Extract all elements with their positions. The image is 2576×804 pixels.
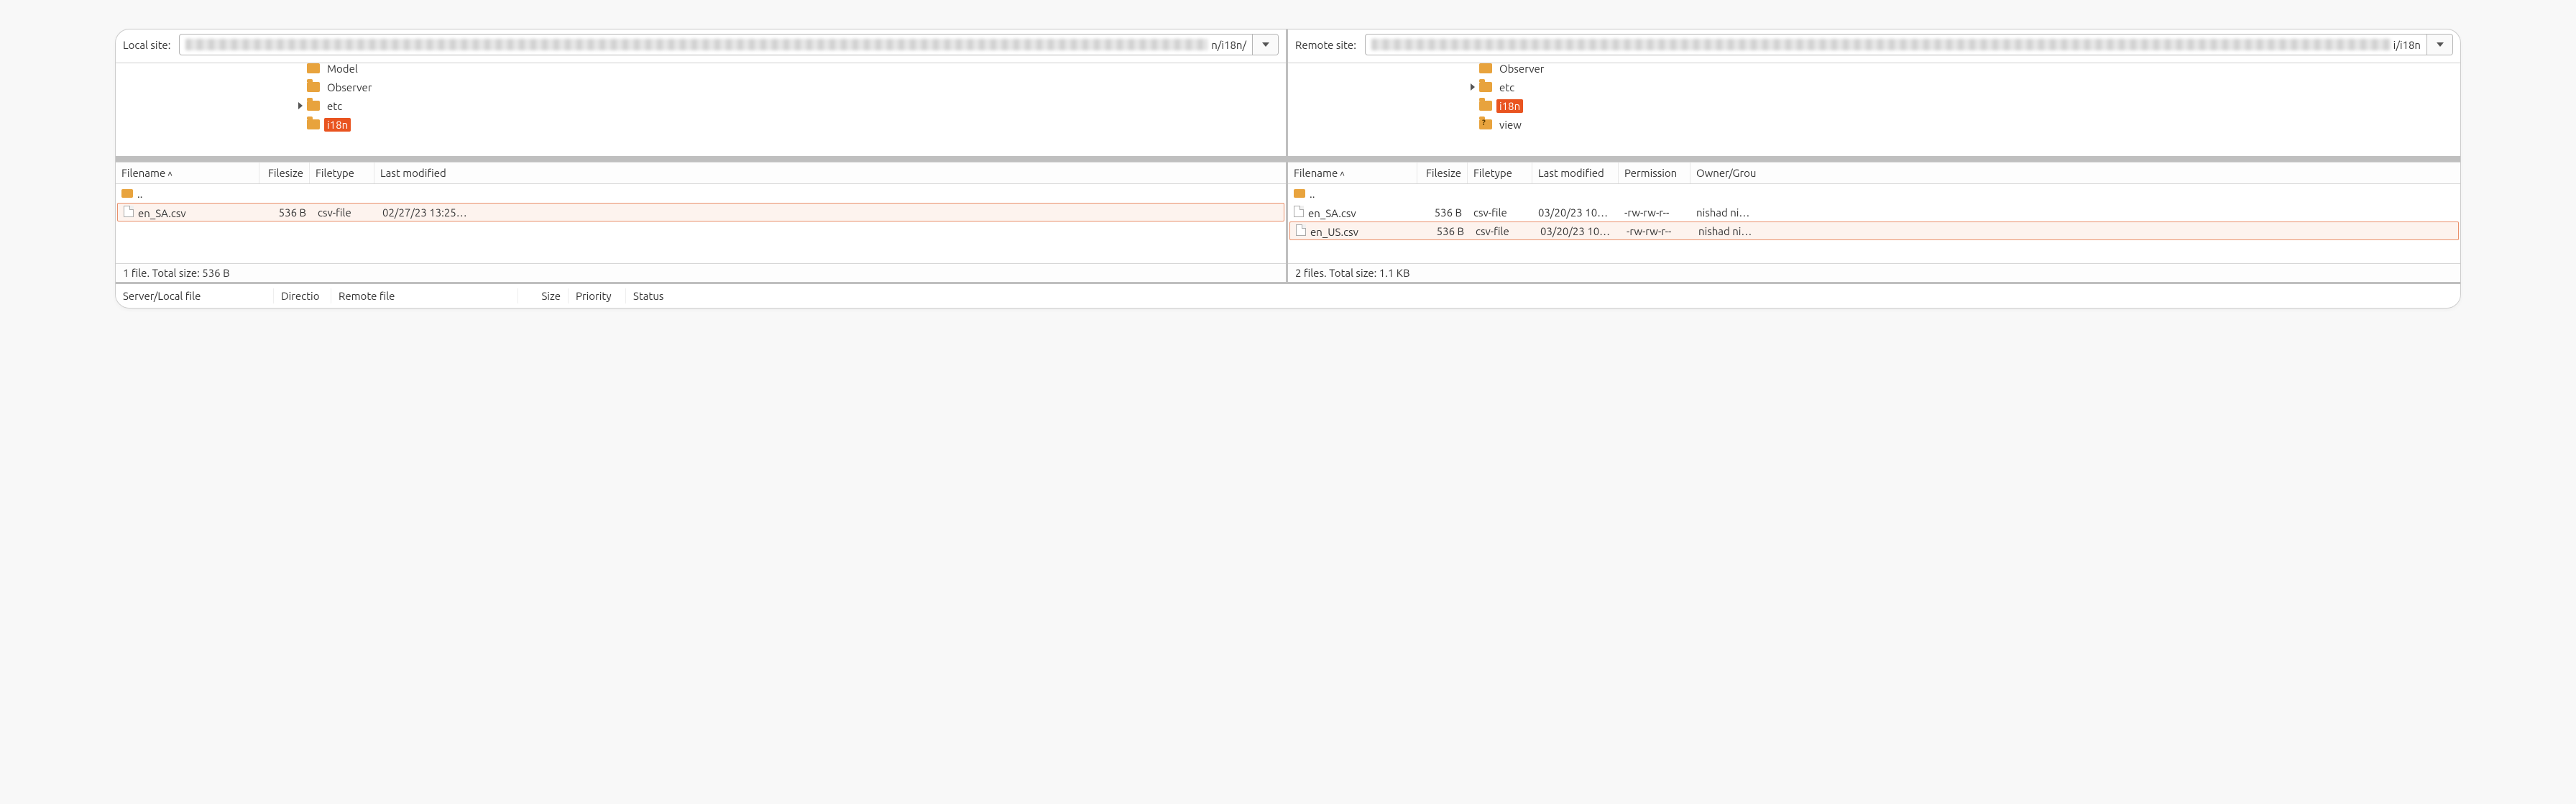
remote-site-combo[interactable]: i/i18n xyxy=(1365,34,2453,55)
qcol-file[interactable]: Server/Local file xyxy=(116,288,274,303)
qcol-remote[interactable]: Remote file xyxy=(331,288,518,303)
tree-item-i18n[interactable]: i18n xyxy=(116,115,1286,134)
tree-item-i18n[interactable]: i18n xyxy=(1288,96,2460,115)
col-filesize[interactable]: Filesize xyxy=(259,163,310,183)
file-icon xyxy=(1294,206,1304,217)
folder-icon xyxy=(307,101,320,111)
splitter-horizontal[interactable] xyxy=(116,156,1286,162)
folder-icon xyxy=(307,119,320,129)
col-owner[interactable]: Owner/Grou xyxy=(1690,163,1770,183)
file-row-parent[interactable]: .. xyxy=(1288,184,2460,203)
chevron-down-icon xyxy=(2437,42,2444,47)
tree-item-view[interactable]: view xyxy=(1288,115,2460,134)
chevron-down-icon xyxy=(1262,42,1269,47)
local-pane: Local site: n/i18n/ xyxy=(116,29,1288,282)
folder-icon xyxy=(1479,101,1492,111)
file-row-en-sa[interactable]: en_SA.csv 536 B csv-file 03/20/23 10… -r… xyxy=(1288,203,2460,221)
local-site-label: Local site: xyxy=(123,39,170,51)
folder-icon xyxy=(307,82,320,92)
file-icon xyxy=(124,206,134,217)
col-lastmodified[interactable]: Last modified xyxy=(374,163,489,183)
remote-site-label: Remote site: xyxy=(1295,39,1356,51)
folder-unknown-icon xyxy=(1479,119,1492,129)
local-site-dropdown[interactable] xyxy=(1252,35,1278,55)
local-path-redacted xyxy=(185,39,1208,50)
qcol-direction[interactable]: Directio xyxy=(274,288,331,303)
col-filesize[interactable]: Filesize xyxy=(1417,163,1468,183)
col-filetype[interactable]: Filetype xyxy=(310,163,374,183)
qcol-priority[interactable]: Priority xyxy=(569,288,626,303)
file-row-en-sa[interactable]: en_SA.csv 536 B csv-file 02/27/23 13:25… xyxy=(117,203,1284,221)
col-filename[interactable]: Filename xyxy=(1288,163,1417,183)
folder-icon xyxy=(1479,82,1492,92)
col-permissions[interactable]: Permission xyxy=(1619,163,1690,183)
tree-item-observer[interactable]: Observer xyxy=(116,78,1286,96)
expand-icon[interactable] xyxy=(294,102,307,109)
tree-item-etc[interactable]: etc xyxy=(1288,78,2460,96)
local-file-list[interactable]: .. en_SA.csv 536 B csv-file 02/27/23 13:… xyxy=(116,184,1286,263)
file-row-parent[interactable]: .. xyxy=(116,184,1286,203)
tree-item-model[interactable]: Model xyxy=(116,63,1286,78)
qcol-status[interactable]: Status xyxy=(626,288,2460,303)
splitter-horizontal[interactable] xyxy=(1288,156,2460,162)
file-row-en-us[interactable]: en_US.csv 536 B csv-file 03/20/23 10… -r… xyxy=(1289,221,2459,240)
expand-icon[interactable] xyxy=(1466,83,1479,91)
folder-icon xyxy=(1294,189,1305,198)
remote-file-header: Filename Filesize Filetype Last modified… xyxy=(1288,162,2460,184)
folder-icon xyxy=(307,63,320,73)
remote-path-tail: i/i18n xyxy=(2391,39,2421,51)
col-filetype[interactable]: Filetype xyxy=(1468,163,1532,183)
file-icon xyxy=(1296,224,1306,236)
col-lastmodified[interactable]: Last modified xyxy=(1532,163,1619,183)
folder-icon xyxy=(1479,63,1492,73)
local-file-header: Filename Filesize Filetype Last modified xyxy=(116,162,1286,184)
remote-path-redacted xyxy=(1371,39,2391,50)
local-status: 1 file. Total size: 536 B xyxy=(116,263,1286,282)
remote-tree[interactable]: Observer etc i18n xyxy=(1288,63,2460,156)
remote-file-list[interactable]: .. en_SA.csv 536 B csv-file 03/20/23 10…… xyxy=(1288,184,2460,263)
local-tree[interactable]: Model Observer etc xyxy=(116,63,1286,156)
remote-status: 2 files. Total size: 1.1 KB xyxy=(1288,263,2460,282)
tree-item-etc[interactable]: etc xyxy=(116,96,1286,115)
qcol-size[interactable]: Size xyxy=(518,288,569,303)
folder-icon xyxy=(121,189,133,198)
local-path-tail: n/i18n/ xyxy=(1208,39,1246,51)
local-site-combo[interactable]: n/i18n/ xyxy=(179,34,1279,55)
tree-item-observer[interactable]: Observer xyxy=(1288,63,2460,78)
remote-pane: Remote site: i/i18n xyxy=(1288,29,2460,282)
col-filename[interactable]: Filename xyxy=(116,163,259,183)
remote-site-dropdown[interactable] xyxy=(2426,35,2452,55)
transfer-queue-header: Server/Local file Directio Remote file S… xyxy=(116,282,2460,308)
